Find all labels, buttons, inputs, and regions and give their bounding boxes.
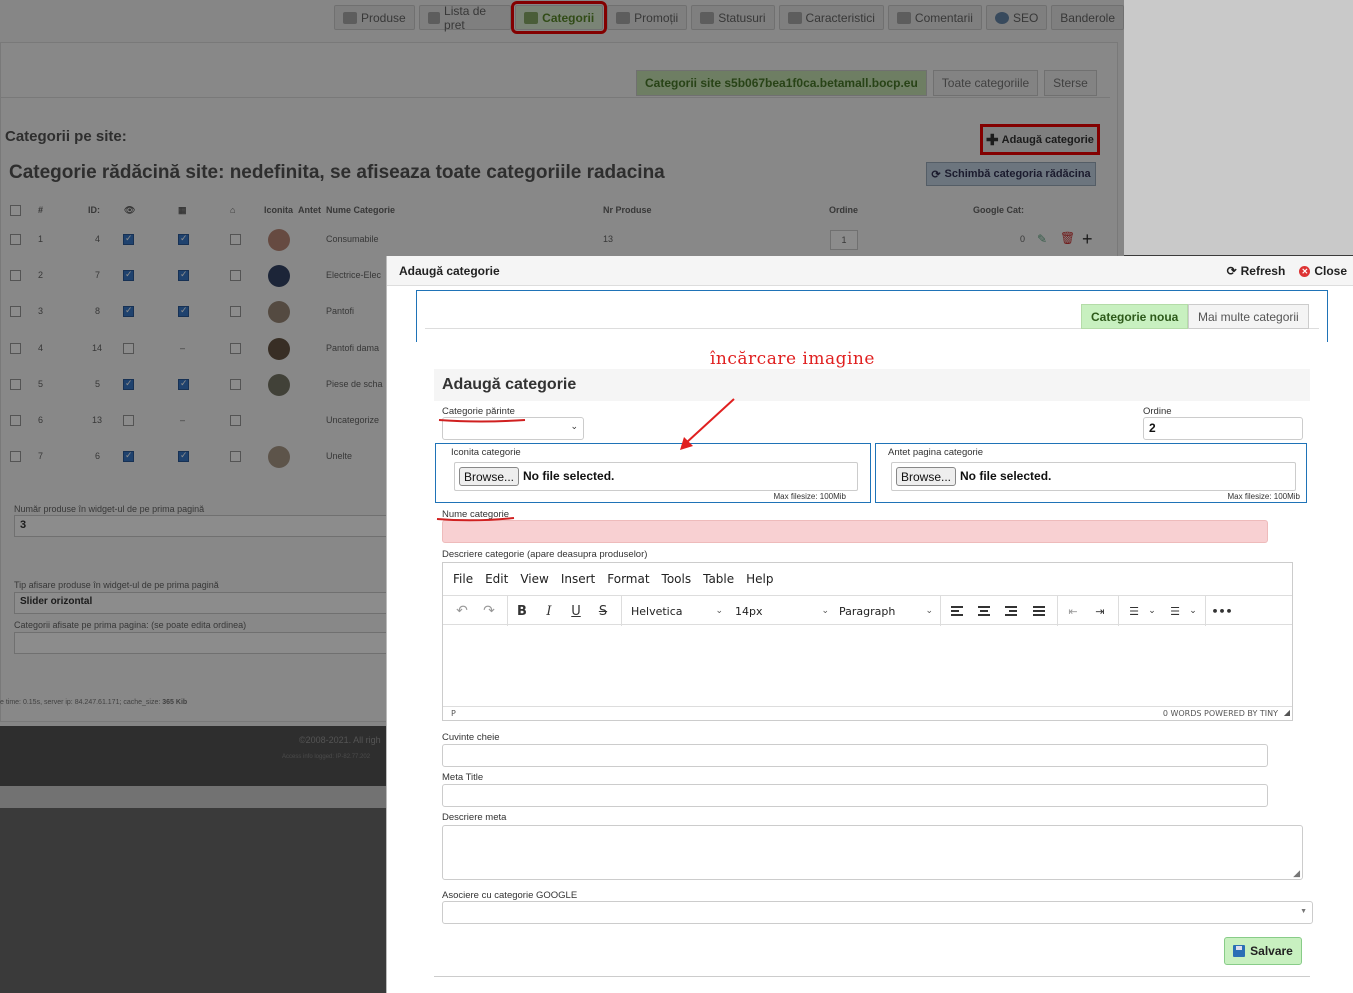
block-format-select[interactable]: Paragraph ⌄ bbox=[839, 602, 933, 620]
font-size-select[interactable]: 14px ⌄ bbox=[735, 602, 829, 620]
icon-file-input[interactable]: Browse... No file selected. bbox=[454, 462, 858, 491]
icon-file-status: No file selected. bbox=[523, 469, 615, 483]
save-button[interactable]: Salvare bbox=[1224, 937, 1302, 965]
toolbar-separator bbox=[621, 596, 622, 626]
modal-title: Adaugă categorie bbox=[399, 263, 500, 278]
toolbar-separator bbox=[940, 596, 941, 626]
editor-toolbar: ↶ ↷ B I U S Helvetica ⌄ 14px ⌄ Paragraph ⌄ … bbox=[443, 595, 1292, 626]
close-icon: ✕ bbox=[1299, 265, 1311, 277]
resize-handle-icon[interactable]: ◢ bbox=[1293, 868, 1300, 879]
header-label: Antet pagina categorie bbox=[888, 447, 984, 458]
google-category-select[interactable]: ▼ bbox=[442, 901, 1313, 924]
editor-statusbar: P 0 WORDS POWERED BY TINY ◢ bbox=[443, 706, 1292, 720]
rich-text-editor: File Edit View Insert Format Tools Table… bbox=[442, 562, 1293, 721]
close-button[interactable]: ✕ Close bbox=[1299, 264, 1347, 278]
description-label: Descriere categorie (apare deasupra prod… bbox=[442, 549, 648, 560]
tab-new-category[interactable]: Categorie noua bbox=[1081, 304, 1189, 329]
footer-divider bbox=[434, 976, 1310, 977]
toolbar-separator bbox=[1118, 596, 1119, 626]
parent-category-label: Categorie părinte bbox=[442, 406, 515, 417]
italic-icon[interactable]: I bbox=[540, 602, 558, 620]
strikethrough-icon[interactable]: S bbox=[594, 602, 612, 620]
background-right-area bbox=[1124, 0, 1353, 255]
menu-view[interactable]: View bbox=[520, 572, 548, 586]
add-category-modal: Adaugă categorie ⟳ Refresh ✕ Close Categor… bbox=[386, 256, 1353, 993]
parent-category-select[interactable]: ⌄ bbox=[442, 417, 584, 440]
numbered-list-icon[interactable]: ☰ bbox=[1126, 602, 1142, 620]
icon-browse-button[interactable]: Browse... bbox=[459, 467, 520, 486]
more-icon[interactable]: ••• bbox=[1211, 602, 1232, 620]
undo-icon[interactable]: ↶ bbox=[453, 602, 471, 620]
header-upload-box: Antet pagina categorie Browse... No file… bbox=[875, 443, 1307, 503]
redo-icon[interactable]: ↷ bbox=[480, 602, 498, 620]
menu-table[interactable]: Table bbox=[703, 572, 734, 586]
tab-more-categories[interactable]: Mai multe categorii bbox=[1188, 304, 1309, 329]
meta-title-input[interactable] bbox=[442, 784, 1268, 807]
modal-header: Adaugă categorie ⟳ Refresh ✕ Close bbox=[387, 256, 1353, 286]
category-name-input[interactable] bbox=[442, 520, 1268, 543]
font-family-select[interactable]: Helvetica ⌄ bbox=[631, 602, 723, 620]
toolbar-separator bbox=[1057, 596, 1058, 626]
word-count: 0 WORDS POWERED BY TINY bbox=[1162, 709, 1278, 718]
element-path: P bbox=[451, 709, 456, 718]
refresh-icon: ⟳ bbox=[1226, 264, 1237, 278]
menu-insert[interactable]: Insert bbox=[561, 572, 595, 586]
indent-icon[interactable]: ⇥ bbox=[1091, 602, 1109, 620]
underline-icon[interactable]: U bbox=[567, 602, 585, 620]
menu-tools[interactable]: Tools bbox=[662, 572, 692, 586]
toolbar-separator bbox=[507, 596, 508, 626]
refresh-button[interactable]: ⟳ Refresh bbox=[1227, 264, 1286, 278]
meta-description-textarea[interactable]: ◢ bbox=[442, 825, 1303, 880]
align-justify-icon[interactable] bbox=[1030, 602, 1048, 620]
menu-format[interactable]: Format bbox=[607, 572, 649, 586]
annotation-upload-image: încărcare imagine bbox=[710, 349, 875, 369]
header-browse-button[interactable]: Browse... bbox=[896, 467, 957, 486]
menu-edit[interactable]: Edit bbox=[485, 572, 508, 586]
editor-menubar: File Edit View Insert Format Tools Table… bbox=[443, 563, 1292, 595]
editor-content-area[interactable] bbox=[443, 625, 1292, 706]
order-label: Ordine bbox=[1143, 406, 1172, 417]
keywords-input[interactable] bbox=[442, 744, 1268, 767]
form-title: Adaugă categorie bbox=[434, 369, 1310, 401]
align-center-icon[interactable] bbox=[975, 602, 993, 620]
header-file-input[interactable]: Browse... No file selected. bbox=[891, 462, 1296, 491]
align-left-icon[interactable] bbox=[948, 602, 966, 620]
google-category-label: Asociere cu categorie GOOGLE bbox=[442, 890, 578, 901]
chevron-down-icon: ⌄ bbox=[715, 606, 723, 616]
icon-max-filesize: Max filesize: 100Mib bbox=[773, 492, 846, 501]
outdent-icon[interactable]: ⇤ bbox=[1064, 602, 1082, 620]
header-max-filesize: Max filesize: 100Mib bbox=[1227, 492, 1300, 501]
menu-file[interactable]: File bbox=[453, 572, 473, 586]
toolbar-separator bbox=[1205, 596, 1206, 626]
bullet-list-icon[interactable]: ☰ bbox=[1167, 602, 1183, 620]
menu-help[interactable]: Help bbox=[746, 572, 773, 586]
order-input[interactable]: 2 bbox=[1143, 417, 1303, 440]
chevron-down-icon[interactable]: ⌄ bbox=[1147, 602, 1157, 620]
chevron-down-icon[interactable]: ⌄ bbox=[1188, 602, 1198, 620]
header-file-status: No file selected. bbox=[960, 469, 1052, 483]
resize-handle-icon[interactable]: ◢ bbox=[1284, 708, 1290, 717]
save-icon bbox=[1233, 945, 1246, 957]
modal-actions: ⟳ Refresh ✕ Close bbox=[1227, 264, 1347, 278]
chevron-down-icon: ⌄ bbox=[570, 421, 578, 431]
category-name-label: Nume categorie bbox=[442, 509, 510, 520]
chevron-down-icon: ⌄ bbox=[925, 606, 933, 616]
meta-description-label: Descriere meta bbox=[442, 812, 507, 823]
bold-icon[interactable]: B bbox=[513, 602, 531, 620]
keywords-label: Cuvinte cheie bbox=[442, 732, 500, 743]
align-right-icon[interactable] bbox=[1002, 602, 1020, 620]
meta-title-label: Meta Title bbox=[442, 772, 484, 783]
caret-down-icon: ▼ bbox=[1300, 908, 1307, 915]
icon-label: Iconita categorie bbox=[451, 447, 521, 458]
chevron-down-icon: ⌄ bbox=[821, 606, 829, 616]
icon-upload-box: Iconita categorie Browse... No file sele… bbox=[435, 443, 871, 503]
